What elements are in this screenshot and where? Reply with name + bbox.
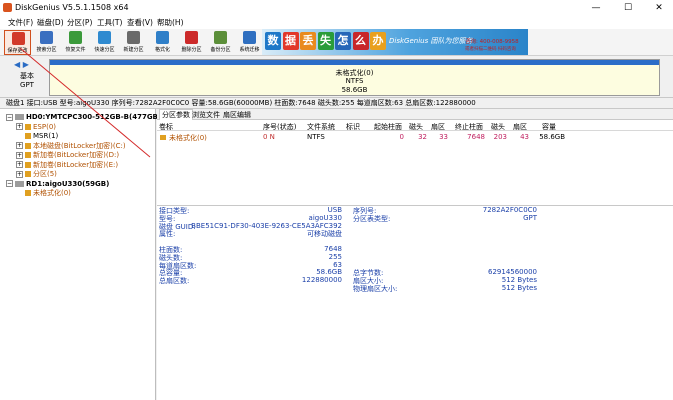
annotation-arrow (19, 47, 151, 158)
diskgenius-window: DiskGenius V5.5.1.1508 x64 — ☐ ✕ 文件(F) 磁… (0, 0, 673, 400)
